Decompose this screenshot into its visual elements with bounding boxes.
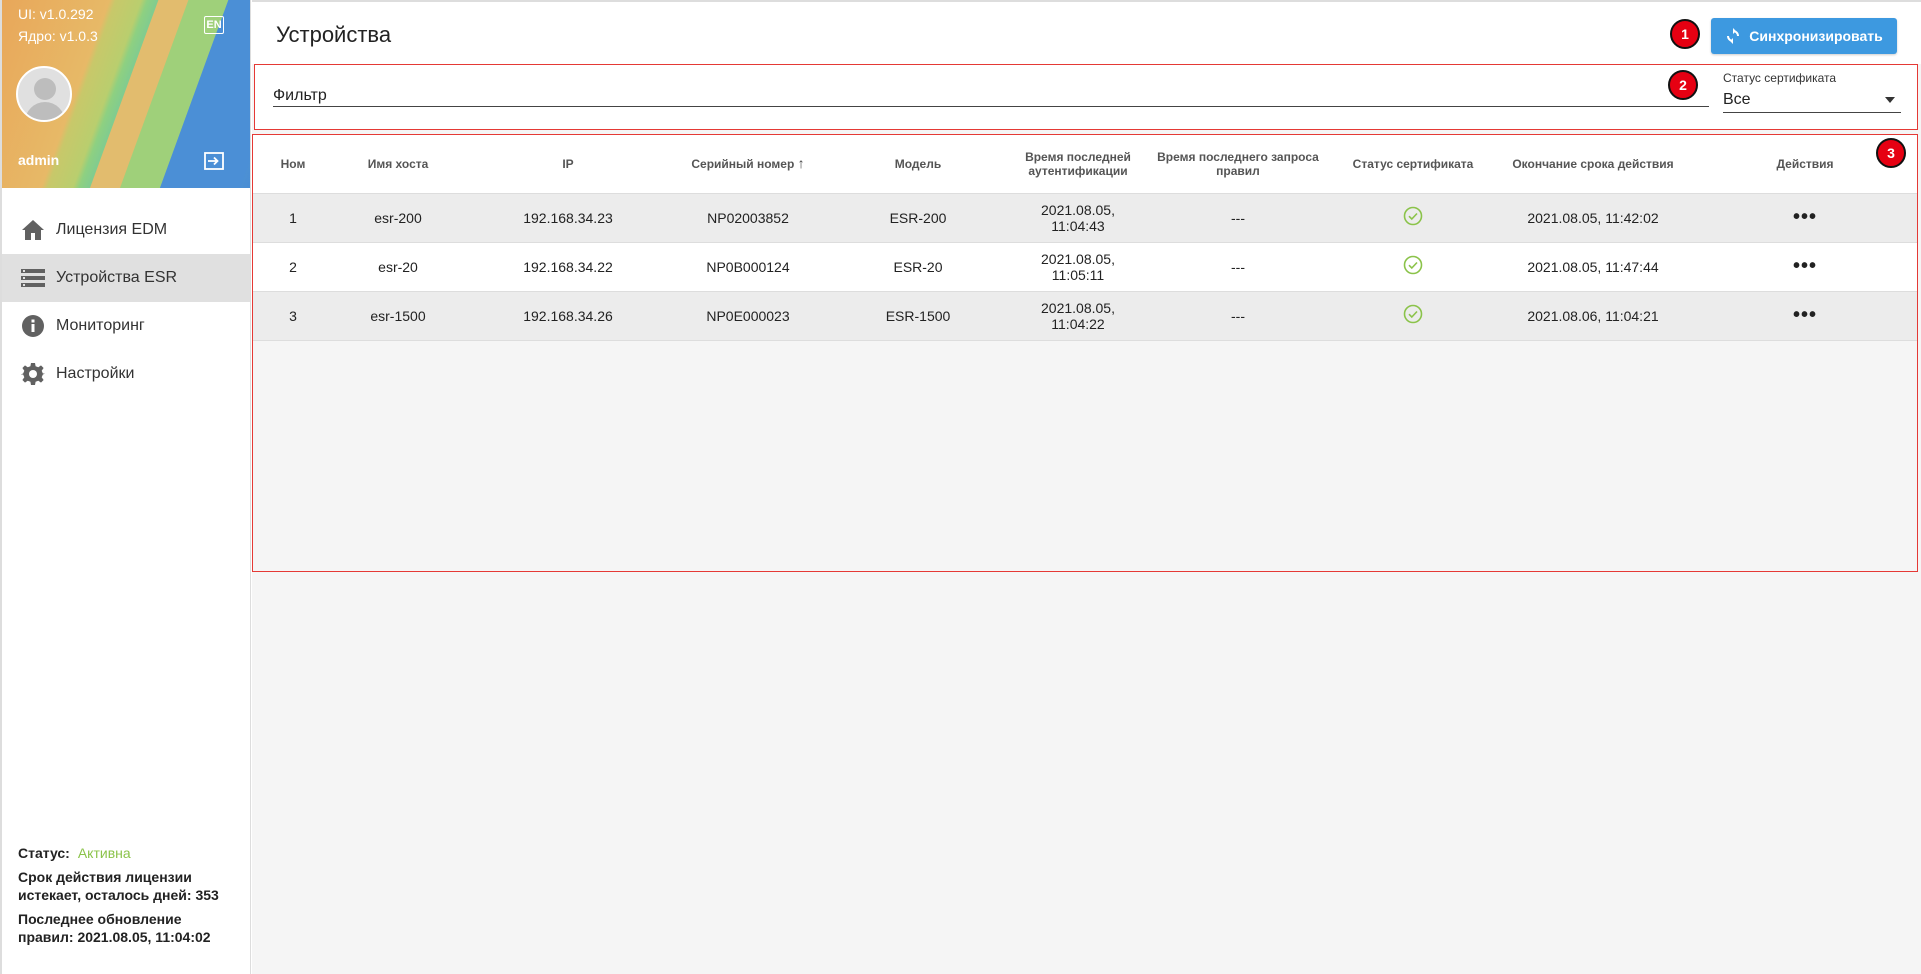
- cell-serial: NP0B000124: [706, 258, 790, 275]
- annotation-marker-1: 1: [1670, 19, 1700, 49]
- sidebar-item-label: Настройки: [56, 365, 135, 382]
- cell-actions: •••: [1693, 193, 1917, 242]
- cell-num: 2: [289, 258, 297, 275]
- column-header-num[interactable]: Ном: [253, 135, 333, 193]
- cell-host: esr-1500: [370, 307, 426, 324]
- filter-panel: Фильтр Статус сертификата Все: [254, 64, 1918, 130]
- cell-expiry: 2021.08.05, 11:47:44: [1527, 258, 1659, 275]
- cell-expiry: 2021.08.05, 11:42:02: [1527, 209, 1659, 226]
- column-header-model[interactable]: Модель: [823, 135, 1013, 193]
- cell-cert-status: [1333, 193, 1493, 242]
- cell-actions: •••: [1693, 291, 1917, 340]
- table-header-row: Ном Имя хоста IP Серийный номер ↑ Модель…: [253, 135, 1917, 193]
- sidebar-item-label: Устройства ESR: [56, 269, 178, 286]
- sidebar-item-monitoring[interactable]: Мониторинг: [2, 302, 250, 350]
- devices-table-panel: Ном Имя хоста IP Серийный номер ↑ Модель…: [252, 134, 1918, 572]
- cell-rules-time: ---: [1231, 209, 1245, 226]
- serial-header-label: Серийный номер: [691, 157, 795, 172]
- cell-num: 3: [289, 307, 297, 324]
- username: admin: [18, 152, 60, 168]
- cell-rules-time: ---: [1231, 258, 1245, 275]
- chevron-down-icon: [1885, 96, 1895, 103]
- annotation-marker-2: 2: [1668, 70, 1698, 100]
- sync-button[interactable]: Синхронизировать: [1711, 18, 1897, 54]
- sidebar: UI: v1.0.292 Ядро: v1.0.3 EN admin Лицен…: [0, 0, 251, 974]
- sidebar-item-label: Мониторинг: [56, 317, 145, 334]
- cell-ip: 192.168.34.23: [523, 209, 613, 226]
- cert-status-select[interactable]: Все: [1723, 87, 1901, 113]
- rules-update-text: Последнее обновление правил: 2021.08.05,…: [18, 911, 211, 945]
- main-content: Устройства Синхронизировать 1 Фильтр Ста…: [252, 0, 1921, 974]
- cert-status-value: Все: [1723, 90, 1751, 108]
- sync-icon: [1727, 28, 1740, 44]
- column-header-host[interactable]: Имя хоста: [333, 135, 463, 193]
- more-actions-icon[interactable]: •••: [1793, 206, 1817, 228]
- page-title: Устройства: [276, 22, 392, 47]
- check-circle-icon: [1403, 206, 1423, 226]
- check-circle-icon: [1403, 255, 1423, 275]
- logout-icon[interactable]: [204, 152, 224, 170]
- check-circle-icon: [1403, 304, 1423, 324]
- core-version: Ядро: v1.0.3: [18, 28, 98, 44]
- sync-button-label: Синхронизировать: [1749, 28, 1883, 44]
- sidebar-footer: Статус: Активна Срок действия лицензии ис…: [18, 844, 238, 952]
- sort-arrow-icon: ↑: [797, 155, 805, 172]
- cell-num: 1: [289, 209, 297, 226]
- more-actions-icon[interactable]: •••: [1793, 255, 1817, 277]
- ui-version: UI: v1.0.292: [18, 6, 94, 22]
- annotation-marker-3: 3: [1876, 138, 1906, 168]
- avatar: [16, 66, 72, 122]
- cell-host: esr-200: [374, 209, 422, 226]
- cell-cert-status: [1333, 291, 1493, 340]
- cell-rules-time: ---: [1231, 307, 1245, 324]
- column-header-auth-time[interactable]: Время последней аутентификации: [1013, 135, 1143, 193]
- column-header-serial[interactable]: Серийный номер ↑: [673, 135, 823, 193]
- language-toggle-icon[interactable]: EN: [204, 16, 224, 34]
- table-row[interactable]: 2 esr-20 192.168.34.22 NP0B000124 ESR-20…: [253, 242, 1917, 291]
- column-header-expiry[interactable]: Окончание срока действия: [1493, 135, 1693, 193]
- column-header-rules-time[interactable]: Время последнего запроса правил: [1143, 135, 1333, 193]
- sidebar-nav: Лицензия EDM Устройства ESR Мониторинг Н…: [2, 206, 250, 398]
- home-icon: [20, 218, 46, 242]
- cert-status-label: Статус сертификата: [1723, 71, 1837, 85]
- devices-table: Ном Имя хоста IP Серийный номер ↑ Модель…: [253, 135, 1917, 341]
- cell-serial: NP02003852: [707, 209, 789, 226]
- cell-model: ESR-20: [893, 258, 943, 275]
- info-icon: [20, 314, 46, 338]
- license-expiry-text: Срок действия лицензии истекает, осталос…: [18, 869, 219, 903]
- sidebar-item-label: Лицензия EDM: [56, 221, 168, 238]
- sidebar-item-license[interactable]: Лицензия EDM: [2, 206, 250, 254]
- cell-ip: 192.168.34.26: [523, 307, 613, 324]
- cell-model: ESR-200: [889, 209, 947, 226]
- cell-auth-time: 2021.08.05, 11:05:11: [1041, 250, 1115, 283]
- cell-host: esr-20: [378, 258, 418, 275]
- cell-expiry: 2021.08.06, 11:04:21: [1527, 307, 1659, 324]
- sidebar-item-devices[interactable]: Устройства ESR: [2, 254, 250, 302]
- cell-auth-time: 2021.08.05, 11:04:22: [1041, 299, 1115, 332]
- cell-model: ESR-1500: [885, 307, 951, 324]
- column-header-ip[interactable]: IP: [463, 135, 673, 193]
- column-header-cert-status[interactable]: Статус сертификата: [1333, 135, 1493, 193]
- storage-icon: [20, 266, 46, 290]
- gear-icon: [20, 362, 46, 386]
- license-status: Статус: Активна: [18, 844, 238, 862]
- more-actions-icon[interactable]: •••: [1793, 304, 1817, 326]
- table-row[interactable]: 1 esr-200 192.168.34.23 NP02003852 ESR-2…: [253, 193, 1917, 242]
- cell-auth-time: 2021.08.05, 11:04:43: [1041, 201, 1115, 234]
- cell-cert-status: [1333, 242, 1493, 291]
- cell-actions: •••: [1693, 242, 1917, 291]
- cell-serial: NP0E000023: [706, 307, 790, 324]
- cell-ip: 192.168.34.22: [523, 258, 613, 275]
- status-label: Статус:: [18, 845, 70, 861]
- sidebar-header: UI: v1.0.292 Ядро: v1.0.3 EN admin: [2, 0, 250, 188]
- table-row[interactable]: 3 esr-1500 192.168.34.26 NP0E000023 ESR-…: [253, 291, 1917, 340]
- filter-input[interactable]: Фильтр: [273, 77, 1709, 107]
- sidebar-item-settings[interactable]: Настройки: [2, 350, 250, 398]
- status-badge: Активна: [77, 845, 131, 861]
